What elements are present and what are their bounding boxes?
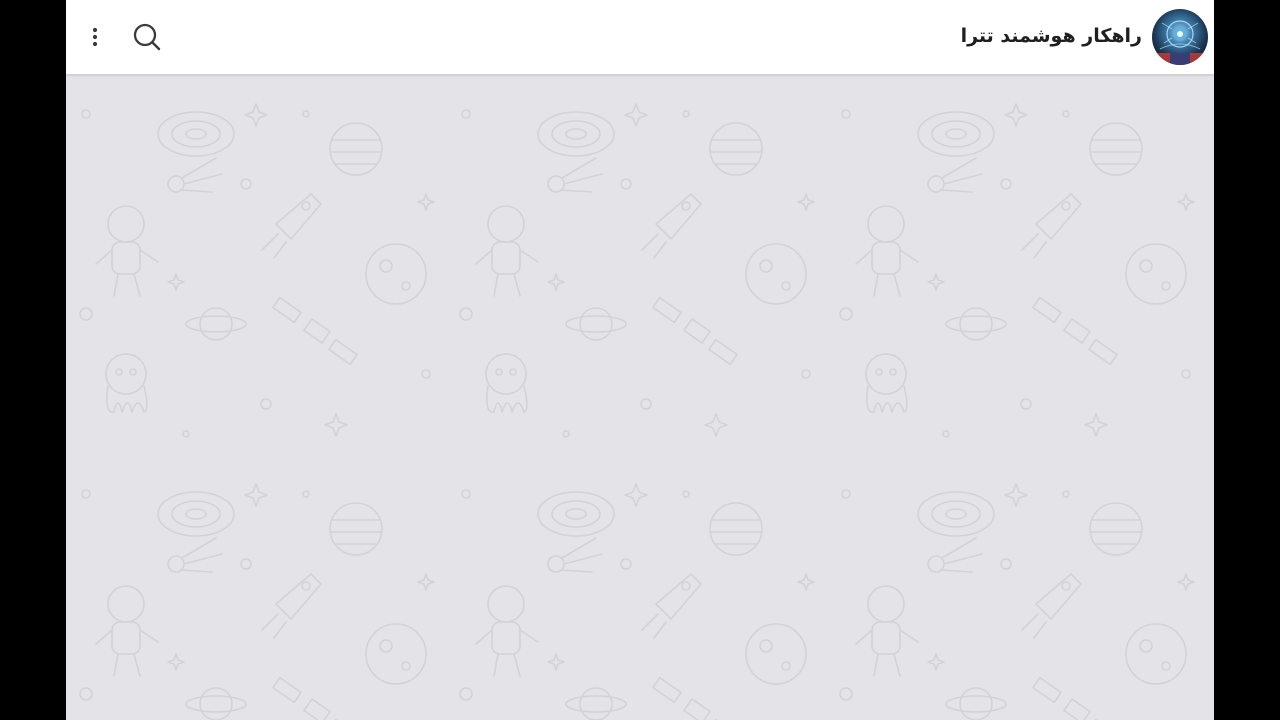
- channel-avatar[interactable]: [1152, 9, 1208, 65]
- chat-header: راهکار هوشمند تترا: [66, 0, 1214, 74]
- more-vertical-icon: [92, 27, 98, 47]
- telegram-chat-window: راهکار هوشمند تترا: [66, 0, 1214, 720]
- search-icon: [133, 23, 161, 51]
- more-options-button[interactable]: [75, 17, 115, 57]
- search-button[interactable]: [127, 17, 167, 57]
- chat-title[interactable]: راهکار هوشمند تترا: [961, 22, 1142, 50]
- space-doodle-wallpaper: [66, 74, 1214, 720]
- chat-background: [66, 74, 1214, 720]
